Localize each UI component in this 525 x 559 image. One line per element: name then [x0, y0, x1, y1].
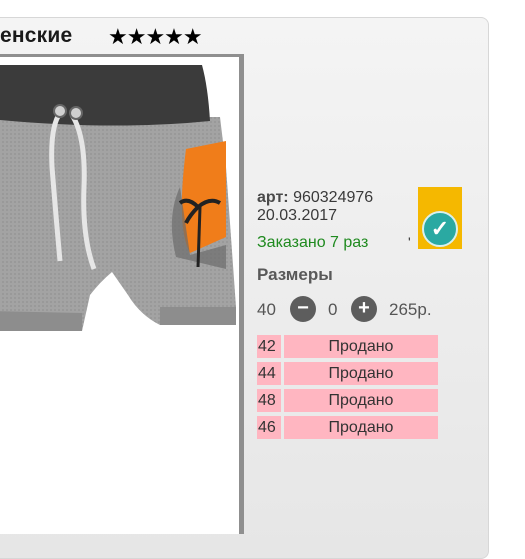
size-status: Продано [284, 389, 438, 412]
size-number: 44 [257, 362, 281, 385]
size-status: Продано [284, 362, 438, 385]
size-number: 42 [257, 335, 281, 358]
selected-size: 40 [257, 300, 276, 319]
size-number: 48 [257, 389, 281, 412]
price: 265р. [389, 300, 432, 319]
category-title: енские [0, 24, 73, 47]
minus-button[interactable]: − [290, 296, 316, 322]
check-icon: ✓ [422, 211, 458, 247]
sizes-label: Размеры [257, 265, 333, 284]
product-image-shorts [0, 65, 236, 331]
plus-button[interactable]: + [351, 296, 377, 322]
ordered-count: Заказано 7 раз [257, 234, 369, 251]
size-status: Продано [284, 335, 438, 358]
size-status: Продано [284, 416, 438, 439]
verified-badge: ✓ [418, 187, 462, 249]
product-info: арт: 960324976 20.03.2017 [257, 189, 373, 225]
stray-mark: ' [408, 234, 411, 250]
product-date: 20.03.2017 [257, 207, 338, 224]
product-image-frame[interactable] [0, 54, 244, 534]
article-label: арт: [257, 189, 289, 206]
quantity-value: 0 [328, 300, 338, 319]
size-number: 46 [257, 416, 281, 439]
article-number: 960324976 [293, 189, 374, 206]
rating-stars[interactable]: ★★★★★ [108, 25, 203, 49]
